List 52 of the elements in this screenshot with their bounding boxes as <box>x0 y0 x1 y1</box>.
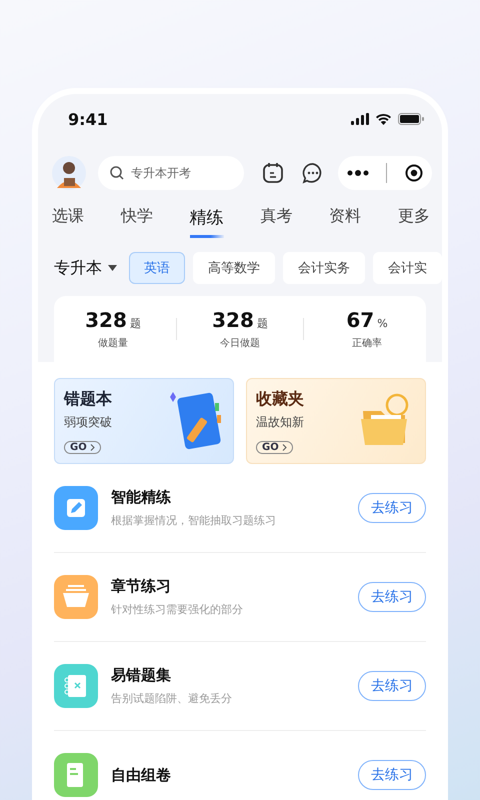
status-time: 9:41 <box>68 110 108 128</box>
practice-title: 章节练习 <box>111 577 172 596</box>
search-icon <box>110 166 124 180</box>
stat-unit: 题 <box>256 316 268 331</box>
practice-button[interactable]: 去练习 <box>358 582 426 612</box>
avatar-icon[interactable] <box>52 156 86 190</box>
card-subtitle: 弱项突破 <box>64 414 112 430</box>
practice-description: 告别试题陷阱、避免丢分 <box>111 691 233 706</box>
more-icon[interactable] <box>346 170 369 176</box>
stat-label: 做题量 <box>98 337 128 350</box>
shortcut-card[interactable]: 收藏夹 温故知新 GO <box>246 378 426 464</box>
practice-title: 智能精练 <box>111 488 172 507</box>
practice-button[interactable]: 去练习 <box>358 493 426 523</box>
stat-label: 正确率 <box>352 336 382 350</box>
subject-chip[interactable]: 高等数学 <box>193 252 275 284</box>
nav-tab[interactable]: 快学 <box>120 206 153 238</box>
caret-icon <box>108 265 117 271</box>
practice-button[interactable]: 去练习 <box>358 760 426 790</box>
stat-unit: % <box>377 317 388 330</box>
subject-chip[interactable]: 英语 <box>129 252 185 284</box>
go-button[interactable]: GO <box>256 440 293 454</box>
wifi-icon <box>375 113 392 125</box>
practice-title: 易错题集 <box>111 666 172 685</box>
calendar-icon[interactable] <box>262 162 284 184</box>
card-subtitle: 温故知新 <box>256 414 304 430</box>
stat-label: 今日做题 <box>220 337 260 350</box>
practice-title: 自由组卷 <box>111 766 172 784</box>
battery-icon <box>398 113 424 125</box>
stat-value: 328 <box>85 308 127 332</box>
nav-tab[interactable]: 选课 <box>52 206 84 238</box>
go-button[interactable]: GO <box>64 440 101 454</box>
practice-description: 针对性练习需要强化的部分 <box>111 602 244 617</box>
shortcut-card[interactable]: 错题本 弱项突破 GO <box>54 378 234 464</box>
nav-tab[interactable]: 更多 <box>398 206 430 238</box>
nav-tab[interactable]: 资料 <box>329 206 362 238</box>
nav-tab[interactable]: 精练 <box>190 206 224 238</box>
nav-tab[interactable]: 真考 <box>260 206 292 238</box>
search-field[interactable]: 专升本开考 <box>98 156 244 190</box>
chevron-right-icon <box>282 444 287 450</box>
level-dropdown[interactable]: 专升本 <box>54 258 117 278</box>
subject-chip[interactable]: 会计实务 <box>283 252 365 284</box>
subject-chip[interactable]: 会计实 <box>373 252 442 284</box>
card-title: 错题本 <box>64 388 112 410</box>
stat-unit: 题 <box>130 316 141 331</box>
stat-value: 67 <box>346 308 374 332</box>
practice-button[interactable]: 去练习 <box>358 671 426 701</box>
chat-bubble-icon[interactable] <box>302 162 324 184</box>
practice-description: 根据掌握情况，智能抽取习题练习 <box>111 513 277 528</box>
card-title: 收藏夹 <box>256 388 304 410</box>
stat-value: 328 <box>212 308 254 332</box>
signal-icon <box>351 113 369 125</box>
chevron-right-icon <box>90 444 95 450</box>
